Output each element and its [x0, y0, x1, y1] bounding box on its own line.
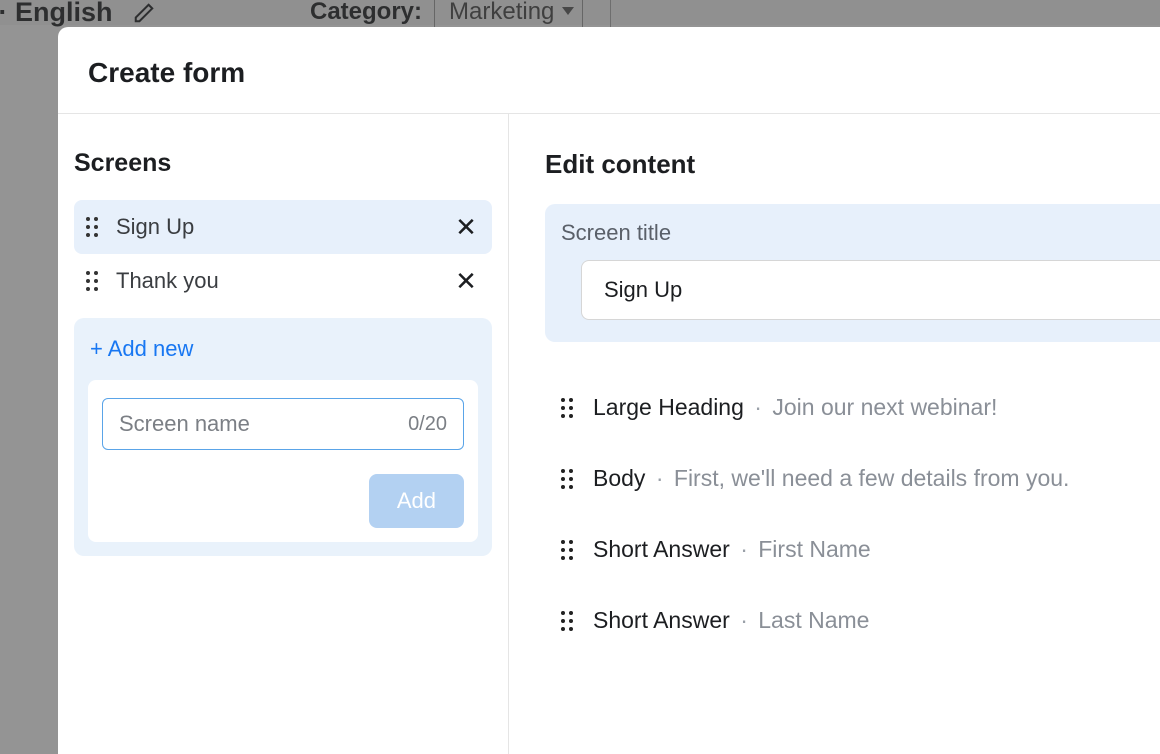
content-type-label: Short Answer	[593, 607, 730, 633]
screens-panel: Screens Sign Up ✕ Thank you ✕	[58, 114, 509, 754]
modal-header: Create form	[58, 27, 1160, 114]
add-screen-panel: + Add new 0/20 Add	[74, 318, 492, 556]
screen-name-input[interactable]	[119, 411, 408, 437]
close-icon[interactable]: ✕	[452, 214, 480, 240]
content-row-short-answer-last[interactable]: Short Answer · Last Name	[561, 585, 1160, 656]
char-counter: 0/20	[408, 413, 447, 436]
content-value-label: First Name	[758, 536, 870, 562]
edit-content-heading: Edit content	[545, 149, 1160, 180]
separator-dot: ·	[740, 536, 754, 562]
screen-title-input[interactable]: Sign Up	[581, 260, 1160, 320]
add-new-link[interactable]: + Add new	[88, 336, 478, 362]
create-form-modal: Create form Screens Sign Up ✕	[58, 27, 1160, 754]
separator-dot: ·	[656, 465, 670, 491]
drag-handle-icon[interactable]	[561, 611, 573, 631]
screen-item-sign-up[interactable]: Sign Up ✕	[74, 200, 492, 254]
content-row-short-answer-first[interactable]: Short Answer · First Name	[561, 514, 1160, 585]
content-list: Large Heading · Join our next webinar! B…	[545, 342, 1160, 656]
content-type-label: Short Answer	[593, 536, 730, 562]
drag-handle-icon[interactable]	[86, 271, 98, 291]
modal-title: Create form	[88, 57, 1130, 89]
drag-handle-icon[interactable]	[561, 398, 573, 418]
separator-dot: ·	[754, 394, 768, 420]
close-icon[interactable]: ✕	[452, 268, 480, 294]
add-button[interactable]: Add	[369, 474, 464, 528]
screen-title-block: Screen title Sign Up	[545, 204, 1160, 342]
modal-body: Screens Sign Up ✕ Thank you ✕	[58, 114, 1160, 754]
content-type-label: Body	[593, 465, 645, 491]
screens-heading: Screens	[74, 149, 492, 178]
content-value-label: Last Name	[758, 607, 869, 633]
content-row-large-heading[interactable]: Large Heading · Join our next webinar!	[561, 372, 1160, 443]
drag-handle-icon[interactable]	[86, 217, 98, 237]
add-screen-card: 0/20 Add	[88, 380, 478, 542]
content-value-label: Join our next webinar!	[772, 394, 997, 420]
separator-dot: ·	[740, 607, 754, 633]
drag-handle-icon[interactable]	[561, 540, 573, 560]
screen-name-input-wrap[interactable]: 0/20	[102, 398, 464, 450]
content-row-body[interactable]: Body · First, we'll need a few details f…	[561, 443, 1160, 514]
edit-content-panel: Edit content Screen title Sign Up Large …	[509, 114, 1160, 754]
screen-title-label: Screen title	[561, 220, 1160, 246]
drag-handle-icon[interactable]	[561, 469, 573, 489]
content-type-label: Large Heading	[593, 394, 744, 420]
screen-item-label: Thank you	[116, 268, 434, 294]
screen-item-thank-you[interactable]: Thank you ✕	[74, 254, 492, 308]
screen-item-label: Sign Up	[116, 214, 434, 240]
content-value-label: First, we'll need a few details from you…	[674, 465, 1070, 491]
